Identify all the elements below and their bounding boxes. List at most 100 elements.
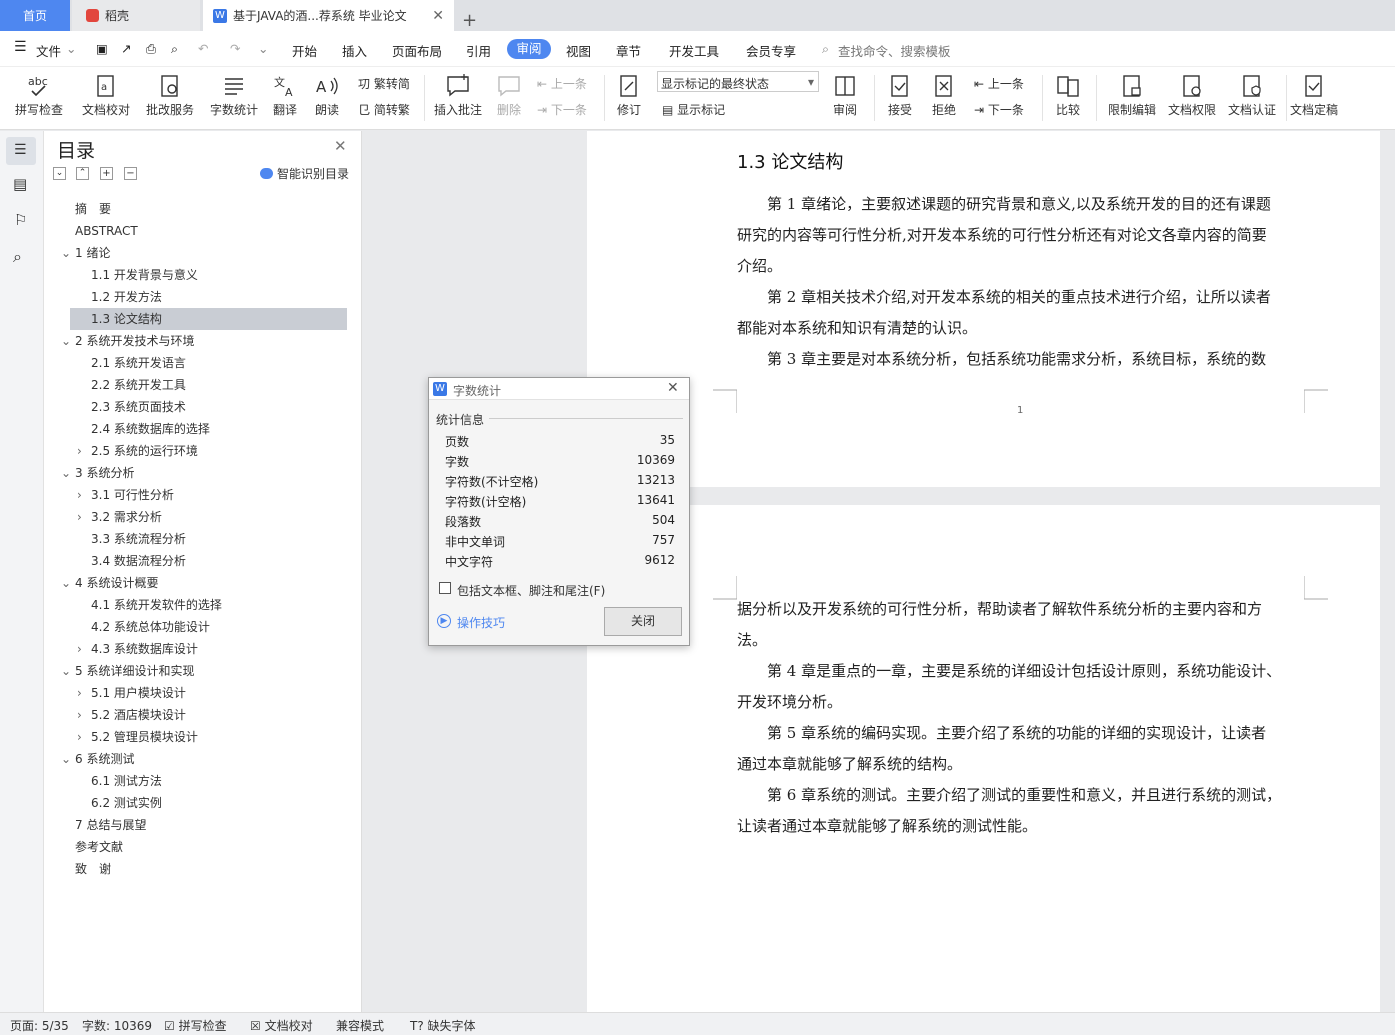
toc-item[interactable]: 4.2 系统总体功能设计 xyxy=(91,616,210,638)
toc-item[interactable]: 5.2 酒店模块设计 xyxy=(91,704,186,726)
collapse-all-icon[interactable]: ⌄ xyxy=(53,167,66,180)
track-changes-button[interactable]: 修订 xyxy=(610,67,648,127)
chevron-right-icon[interactable]: › xyxy=(77,506,82,528)
insert-comment-button[interactable]: 插入批注 xyxy=(432,67,484,127)
add-level-icon[interactable]: + xyxy=(100,167,113,180)
chevron-down-icon[interactable]: ⌄ xyxy=(61,330,71,352)
toc-item[interactable]: 3.1 可行性分析 xyxy=(91,484,174,506)
accept-button[interactable]: 接受 xyxy=(880,67,920,127)
status-word-count[interactable]: 字数: 10369 xyxy=(82,1017,152,1034)
chevron-right-icon[interactable]: › xyxy=(77,638,82,660)
toc-item[interactable]: 参考文献 xyxy=(75,836,123,858)
chevron-down-icon[interactable]: ⌄ xyxy=(61,748,71,770)
simp-to-trad-button[interactable]: 㔾 简转繁 xyxy=(358,101,410,118)
reject-button[interactable]: 拒绝 xyxy=(924,67,964,127)
print-icon[interactable]: ⎙ xyxy=(146,41,156,57)
undo-icon[interactable]: ↶ xyxy=(198,41,208,56)
toc-item[interactable]: 4.3 系统数据库设计 xyxy=(91,638,198,660)
tab-daoke[interactable]: 稻壳 xyxy=(72,0,200,31)
toc-item[interactable]: 5.1 用户模块设计 xyxy=(91,682,186,704)
toc-item[interactable]: 摘 要 xyxy=(75,198,111,220)
command-search[interactable]: 查找命令、搜索模板 xyxy=(838,41,951,60)
tab-home[interactable]: 首页 xyxy=(0,0,70,31)
menu-references[interactable]: 引用 xyxy=(466,41,491,60)
toc-item[interactable]: 6.1 测试方法 xyxy=(91,770,162,792)
toc-item[interactable]: 2 系统开发技术与环境 xyxy=(75,330,194,352)
vertical-scrollbar[interactable] xyxy=(1381,131,1395,1012)
menu-start[interactable]: 开始 xyxy=(292,41,317,60)
toc-item[interactable]: 1.1 开发背景与意义 xyxy=(91,264,198,286)
prev-comment-button[interactable]: ⇤ 上一条 xyxy=(537,75,587,92)
doc-cert-button[interactable]: 文档认证 xyxy=(1224,67,1280,127)
toc-item[interactable]: 6 系统测试 xyxy=(75,748,134,770)
tab-document[interactable]: W 基于JAVA的酒...荐系统 毕业论文 ✕ xyxy=(203,0,454,31)
status-page[interactable]: 页面: 5/35 xyxy=(10,1017,69,1034)
toc-item[interactable]: 3.4 数据流程分析 xyxy=(91,550,186,572)
toc-item[interactable]: 7 总结与展望 xyxy=(75,814,146,836)
trad-to-simp-button[interactable]: 㓛 繁转简 xyxy=(358,75,410,92)
menu-member[interactable]: 会员专享 xyxy=(746,41,796,60)
chevron-down-icon[interactable]: ⌄ xyxy=(61,462,71,484)
toc-item[interactable]: 2.3 系统页面技术 xyxy=(91,396,186,418)
review-pane-button[interactable]: 审阅 xyxy=(826,67,864,127)
status-proof[interactable]: ☒ 文档校对 xyxy=(250,1017,313,1034)
menu-section[interactable]: 章节 xyxy=(616,41,641,60)
share-icon[interactable]: ↗ xyxy=(121,41,131,56)
bookmark-icon[interactable]: ⚐ xyxy=(14,211,27,229)
close-icon[interactable]: ✕ xyxy=(334,137,347,155)
chevron-down-icon[interactable]: ⌄ xyxy=(61,660,71,682)
toc-item[interactable]: 3 系统分析 xyxy=(75,462,134,484)
batch-service-button[interactable]: 批改服务 xyxy=(140,67,200,127)
toc-item[interactable]: ABSTRACT xyxy=(75,220,138,242)
expand-up-icon[interactable]: ⌃ xyxy=(76,167,89,180)
next-comment-button[interactable]: ⇥ 下一条 xyxy=(537,101,587,118)
print-preview-icon[interactable]: ⌕ xyxy=(171,41,178,57)
search-icon[interactable]: ⌕ xyxy=(13,247,22,267)
word-count-button[interactable]: 字数统计 xyxy=(206,67,262,127)
toc-item[interactable]: 3.3 系统流程分析 xyxy=(91,528,186,550)
close-icon[interactable]: ✕ xyxy=(667,380,679,396)
quick-access-more-icon[interactable]: ⌄ xyxy=(258,41,268,56)
chevron-right-icon[interactable]: › xyxy=(77,726,82,748)
redo-icon[interactable]: ↷ xyxy=(230,41,240,56)
doc-proof-button[interactable]: a 文档校对 xyxy=(78,67,134,127)
toc-item[interactable]: 5 系统详细设计和实现 xyxy=(75,660,194,682)
toc-item[interactable]: 1.3 论文结构 xyxy=(91,308,162,330)
remove-level-icon[interactable]: − xyxy=(124,167,137,180)
toc-item[interactable]: 4 系统设计概要 xyxy=(75,572,158,594)
toc-item[interactable]: 6.2 测试实例 xyxy=(91,792,162,814)
toc-item[interactable]: 1.2 开发方法 xyxy=(91,286,162,308)
dialog-titlebar[interactable]: W 字数统计 ✕ xyxy=(429,378,689,400)
chevron-down-icon[interactable]: ⌄ xyxy=(66,41,76,56)
save-icon[interactable]: ▣ xyxy=(96,41,108,56)
menu-layout[interactable]: 页面布局 xyxy=(392,41,442,60)
menu-insert[interactable]: 插入 xyxy=(342,41,367,60)
smart-toc-button[interactable]: 智能识别目录 xyxy=(260,165,349,182)
hamburger-icon[interactable]: ☰ xyxy=(14,39,27,55)
toc-pane-button[interactable]: ☰ xyxy=(6,137,36,165)
read-aloud-button[interactable]: A 朗读 xyxy=(310,67,344,127)
markup-state-select[interactable]: 显示标记的最终状态 ▾ xyxy=(657,71,819,92)
toc-item[interactable]: 5.2 管理员模块设计 xyxy=(91,726,198,748)
finalize-button[interactable]: 文档定稿 xyxy=(1288,67,1340,127)
chevron-right-icon[interactable]: › xyxy=(77,484,82,506)
tips-link[interactable]: 操作技巧 xyxy=(457,614,505,631)
doc-permission-button[interactable]: 文档权限 xyxy=(1164,67,1220,127)
outline-icon[interactable]: ▤ xyxy=(13,175,27,193)
status-missing-font[interactable]: T? 缺失字体 xyxy=(410,1017,476,1034)
close-button[interactable]: 关闭 xyxy=(604,607,682,636)
close-icon[interactable]: ✕ xyxy=(432,8,444,24)
translate-button[interactable]: 文A 翻译 xyxy=(266,67,304,127)
prev-change-button[interactable]: ⇤ 上一条 xyxy=(974,75,1024,92)
toc-item[interactable]: 致 谢 xyxy=(75,858,111,880)
restrict-edit-button[interactable]: 限制编辑 xyxy=(1104,67,1160,127)
toc-item[interactable]: 2.5 系统的运行环境 xyxy=(91,440,198,462)
menu-file[interactable]: 文件 xyxy=(36,41,61,60)
next-change-button[interactable]: ⇥ 下一条 xyxy=(974,101,1024,118)
toc-item[interactable]: 4.1 系统开发软件的选择 xyxy=(91,594,222,616)
toc-item[interactable]: 2.1 系统开发语言 xyxy=(91,352,186,374)
toc-item[interactable]: 3.2 需求分析 xyxy=(91,506,162,528)
toc-item[interactable]: 2.2 系统开发工具 xyxy=(91,374,186,396)
include-footnotes-checkbox[interactable] xyxy=(439,582,451,594)
toc-item[interactable]: 1 绪论 xyxy=(75,242,110,264)
